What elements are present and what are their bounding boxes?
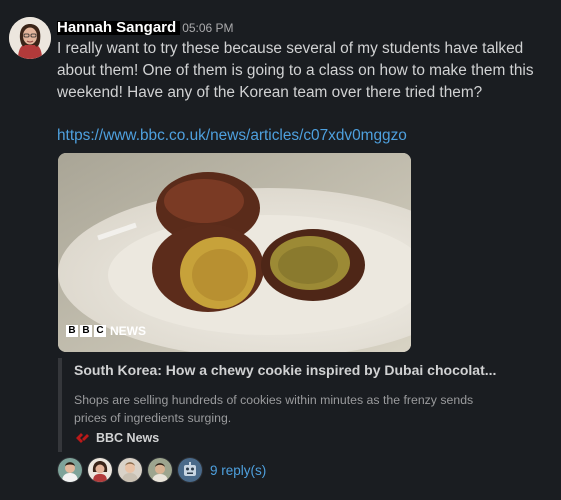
bbc-news-word: NEWS	[110, 324, 146, 338]
reply-avatar[interactable]	[117, 457, 143, 483]
reply-avatar[interactable]	[177, 457, 203, 483]
unfurl-source: BBC News	[74, 430, 159, 446]
link-preview-image[interactable]: B B C NEWS	[58, 153, 411, 352]
bbc-letter-b1: B	[66, 325, 78, 337]
message-link[interactable]: https://www.bbc.co.uk/news/articles/c07x…	[57, 126, 407, 146]
unfurl-source-name[interactable]: BBC News	[96, 431, 159, 445]
reply-avatar[interactable]	[147, 457, 173, 483]
message-header: Hannah Sangard 05:06 PM	[57, 19, 234, 37]
message-timestamp[interactable]: 05:06 PM	[182, 21, 233, 35]
author-name[interactable]: Hannah Sangard	[57, 21, 181, 35]
message: Hannah Sangard 05:06 PM I really want to…	[0, 0, 561, 500]
unfurl-description: Shops are selling hundreds of cookies wi…	[74, 393, 474, 425]
bbc-news-watermark: B B C NEWS	[66, 324, 146, 338]
thread-replies[interactable]: 9 reply(s)	[57, 457, 266, 483]
author-avatar[interactable]	[9, 17, 51, 59]
unfurl-title[interactable]: South Korea: How a chewy cookie inspired…	[74, 362, 520, 378]
reply-avatar[interactable]	[57, 457, 83, 483]
bbc-news-icon	[74, 430, 90, 446]
link-unfurl: South Korea: How a chewy cookie inspired…	[58, 358, 532, 452]
reply-count[interactable]: 9 reply(s)	[210, 463, 266, 478]
bbc-letter-b2: B	[80, 325, 92, 337]
message-text: I really want to try these because sever…	[57, 40, 534, 101]
bbc-letter-c: C	[94, 325, 106, 337]
reply-avatar[interactable]	[87, 457, 113, 483]
